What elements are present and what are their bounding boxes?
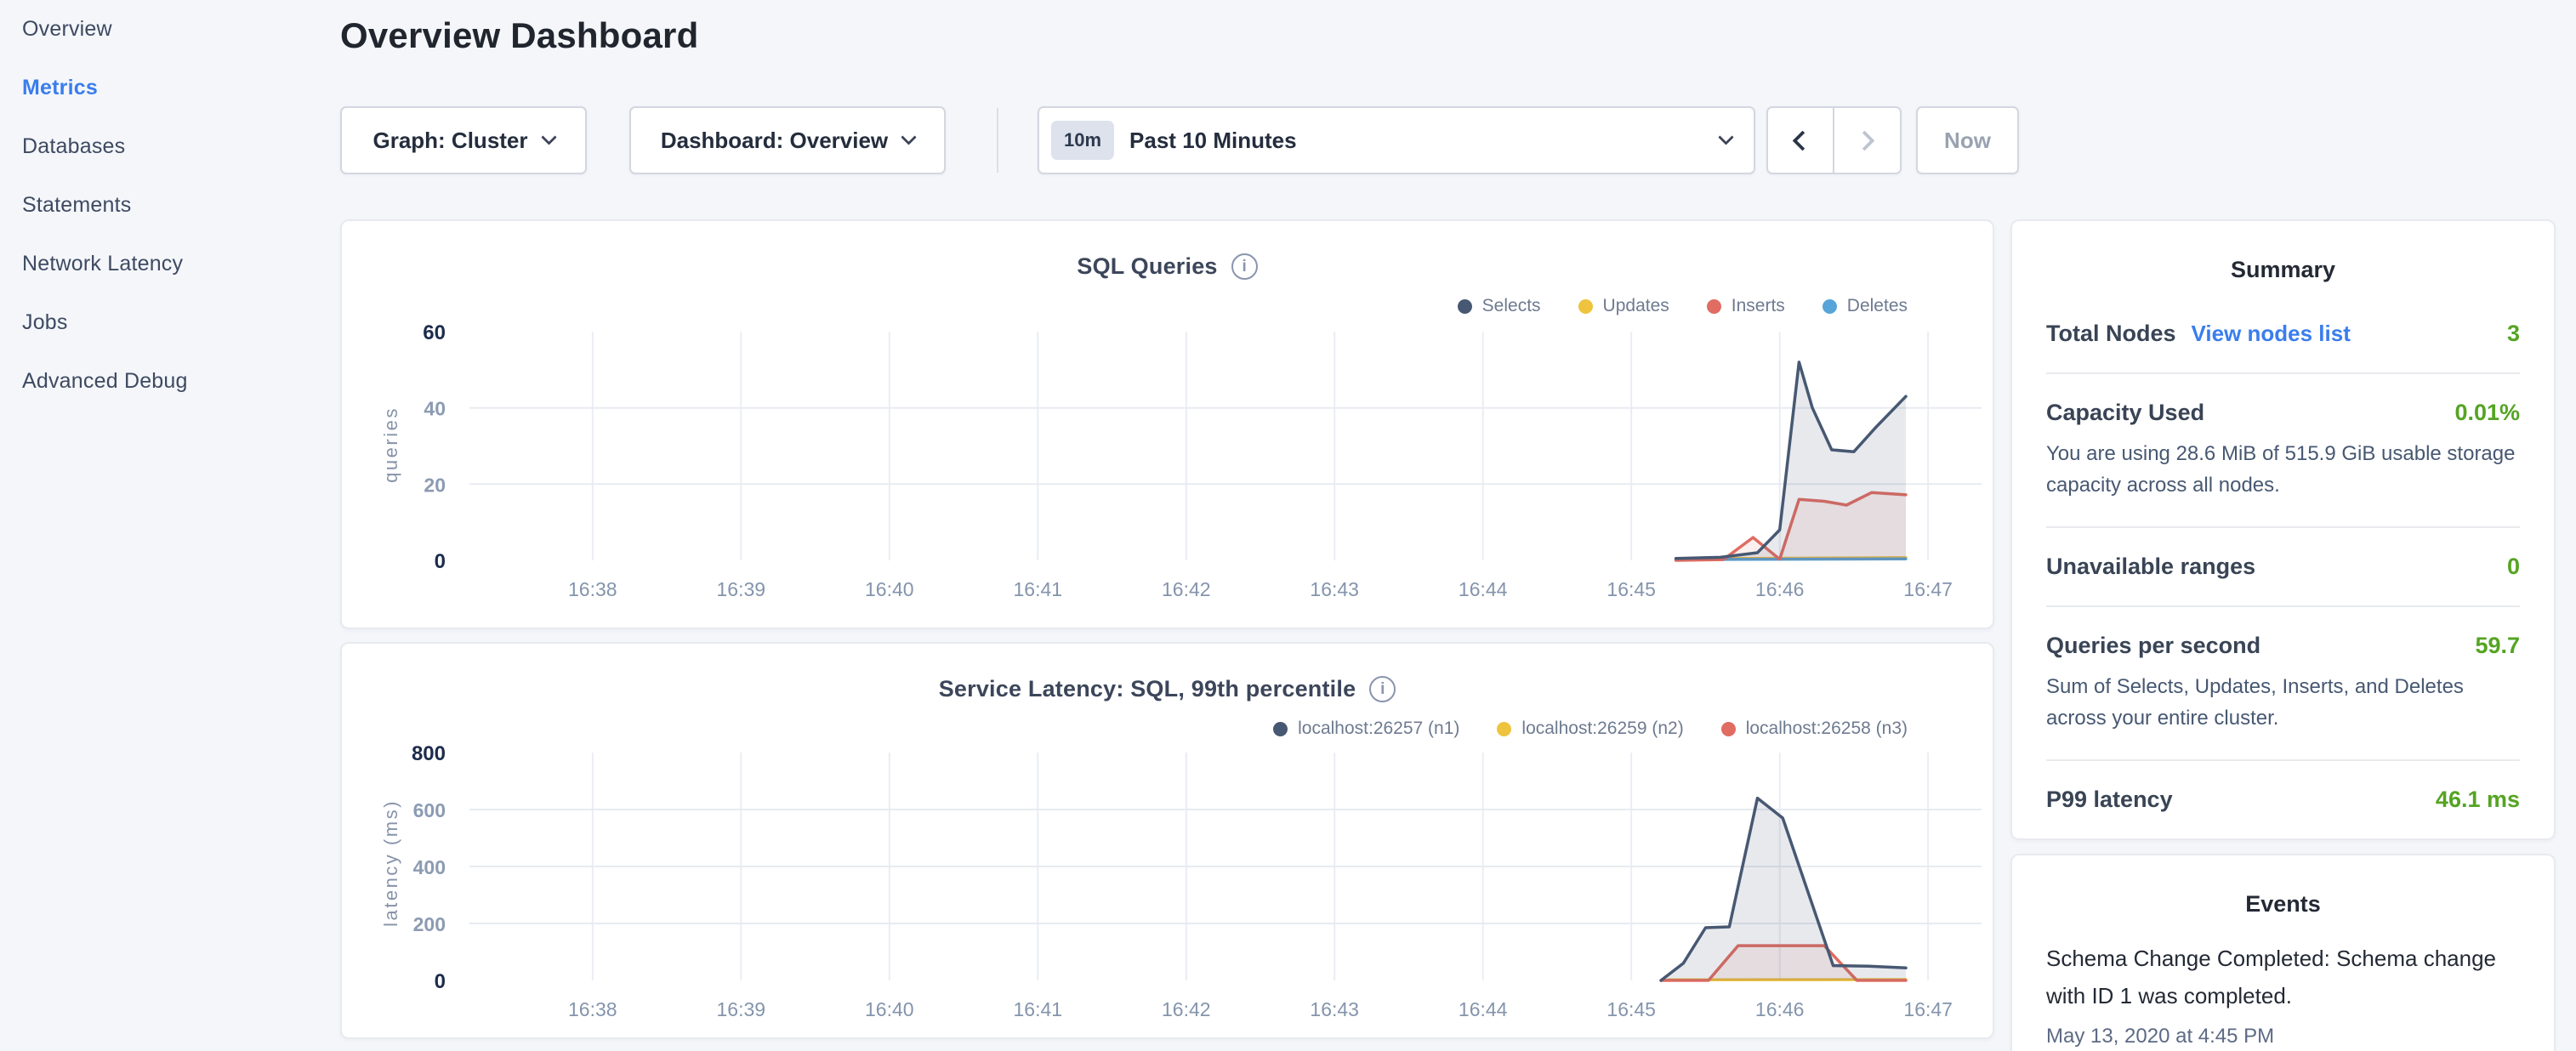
- dashboard-dropdown[interactable]: Dashboard: Overview: [629, 106, 946, 174]
- sql-queries-plot[interactable]: 16:38 16:39 16:40 16:41 16:42 16:43 16:44 16:45…: [342, 221, 1996, 631]
- chevron-down-icon: [901, 129, 916, 145]
- chevron-down-icon: [541, 129, 556, 145]
- sql-queries-chart-card: SQL Queries SelectsUpdatesInsertsDeletes…: [340, 219, 1994, 629]
- now-button[interactable]: Now: [1916, 106, 2019, 174]
- event-list-item[interactable]: Schema Change Completed: Schema change w…: [2046, 917, 2520, 1051]
- svg-text:800: 800: [412, 742, 446, 765]
- time-range-selector[interactable]: 10m Past 10 Minutes: [1038, 106, 1755, 174]
- summary-title: Summary: [2046, 221, 2520, 295]
- svg-text:16:46: 16:46: [1755, 578, 1805, 600]
- metrics-dashboard-page: { "sidebar": { "items": [ { "label": "Ov…: [0, 0, 2576, 1051]
- controls-bar: Graph: Cluster Dashboard: Overview 10m P…: [0, 106, 2576, 174]
- svg-text:16:42: 16:42: [1162, 998, 1211, 1020]
- svg-text:0: 0: [435, 970, 446, 993]
- prev-time-button[interactable]: [1768, 108, 1834, 173]
- chevron-down-icon: [1718, 129, 1733, 145]
- summary-row-label: Queries per second: [2046, 633, 2260, 659]
- summary-row-label: Unavailable ranges: [2046, 554, 2255, 580]
- service-latency-chart-card: Service Latency: SQL, 99th percentile lo…: [340, 642, 1994, 1039]
- svg-text:16:41: 16:41: [1014, 578, 1063, 600]
- svg-text:0: 0: [435, 550, 446, 573]
- svg-text:16:42: 16:42: [1162, 578, 1211, 600]
- svg-text:600: 600: [413, 799, 446, 821]
- svg-text:16:40: 16:40: [865, 998, 914, 1020]
- svg-text:16:41: 16:41: [1014, 998, 1063, 1020]
- page-title: Overview Dashboard: [340, 15, 698, 56]
- events-panel: Events Schema Change Completed: Schema c…: [2010, 854, 2556, 1051]
- svg-text:16:43: 16:43: [1310, 578, 1359, 600]
- summary-row-value: 3: [2507, 321, 2520, 347]
- summary-row-label: Capacity Used: [2046, 400, 2204, 426]
- summary-panel: Summary Total Nodes View nodes list 3 Ca…: [2010, 219, 2556, 840]
- chevron-right-icon: [1854, 130, 1874, 151]
- svg-text:16:44: 16:44: [1459, 578, 1508, 600]
- svg-text:16:45: 16:45: [1606, 998, 1656, 1020]
- service-latency-plot[interactable]: 16:38 16:39 16:40 16:41 16:42 16:43 16:44 16:45…: [342, 644, 1996, 1041]
- sidebar-item-statements[interactable]: Statements: [0, 176, 340, 235]
- svg-text:200: 200: [413, 913, 446, 935]
- svg-text:60: 60: [423, 321, 446, 344]
- sidebar-item-label: Overview: [22, 17, 112, 42]
- y-axis-label: latency (ms): [380, 736, 406, 991]
- time-range-label: Past 10 Minutes: [1129, 128, 1297, 154]
- svg-text:16:44: 16:44: [1459, 998, 1508, 1020]
- summary-row-value: 46.1 ms: [2436, 787, 2520, 813]
- events-title: Events: [2046, 855, 2520, 917]
- summary-row-unavailable-ranges: Unavailable ranges 0: [2046, 528, 2520, 607]
- event-timestamp: May 13, 2020 at 4:45 PM: [2046, 1025, 2520, 1048]
- svg-text:16:47: 16:47: [1903, 998, 1953, 1020]
- summary-row-value: 0.01%: [2454, 400, 2520, 426]
- dashboard-dropdown-label: Dashboard: Overview: [661, 128, 888, 154]
- sidebar-item-network-latency[interactable]: Network Latency: [0, 235, 340, 293]
- svg-text:16:40: 16:40: [865, 578, 914, 600]
- sidebar-nav-list: Overview Metrics Databases Statements Ne…: [0, 0, 340, 411]
- svg-text:16:47: 16:47: [1903, 578, 1953, 600]
- event-message: Schema Change Completed: Schema change w…: [2046, 940, 2520, 1014]
- sidebar-item-label: Advanced Debug: [22, 369, 188, 394]
- time-range-badge: 10m: [1051, 121, 1114, 160]
- chevron-left-icon: [1793, 130, 1813, 151]
- controls-divider: [997, 108, 998, 173]
- summary-row-queries-per-second: Queries per second 59.7 Sum of Selects, …: [2046, 607, 2520, 761]
- sidebar-item-overview[interactable]: Overview: [0, 0, 340, 59]
- sidebar-item-jobs[interactable]: Jobs: [0, 293, 340, 352]
- svg-text:40: 40: [424, 398, 446, 420]
- summary-row-value: 0: [2507, 554, 2520, 580]
- summary-row-p99-latency: P99 latency 46.1 ms: [2046, 761, 2520, 838]
- svg-text:16:39: 16:39: [717, 578, 766, 600]
- next-time-button[interactable]: [1834, 108, 1901, 173]
- sidebar-item-advanced-debug[interactable]: Advanced Debug: [0, 352, 340, 411]
- view-nodes-list-link[interactable]: View nodes list: [2192, 321, 2351, 347]
- y-axis-label: queries: [380, 317, 406, 572]
- svg-text:16:46: 16:46: [1755, 998, 1805, 1020]
- sidebar-item-label: Statements: [22, 193, 131, 218]
- svg-text:400: 400: [413, 856, 446, 878]
- sidebar-item-label: Network Latency: [22, 252, 183, 276]
- summary-row-value: 59.7: [2475, 633, 2520, 659]
- time-pager: [1766, 106, 1902, 174]
- summary-row-label: P99 latency: [2046, 787, 2173, 813]
- svg-text:16:38: 16:38: [568, 998, 617, 1020]
- svg-text:20: 20: [424, 474, 446, 496]
- summary-row-subtext: Sum of Selects, Updates, Inserts, and De…: [2046, 671, 2520, 734]
- svg-text:16:39: 16:39: [717, 998, 766, 1020]
- now-button-label: Now: [1944, 128, 1991, 154]
- summary-row-capacity-used: Capacity Used 0.01% You are using 28.6 M…: [2046, 374, 2520, 528]
- summary-row-total-nodes: Total Nodes View nodes list 3: [2046, 295, 2520, 374]
- sidebar-item-label: Jobs: [22, 310, 68, 335]
- summary-row-label: Total Nodes: [2046, 321, 2176, 347]
- svg-text:16:38: 16:38: [568, 578, 617, 600]
- summary-row-subtext: You are using 28.6 MiB of 515.9 GiB usab…: [2046, 438, 2520, 501]
- svg-text:16:45: 16:45: [1606, 578, 1656, 600]
- graph-dropdown-label: Graph: Cluster: [372, 128, 527, 154]
- sidebar-item-label: Metrics: [22, 76, 98, 100]
- graph-dropdown[interactable]: Graph: Cluster: [340, 106, 587, 174]
- svg-text:16:43: 16:43: [1310, 998, 1359, 1020]
